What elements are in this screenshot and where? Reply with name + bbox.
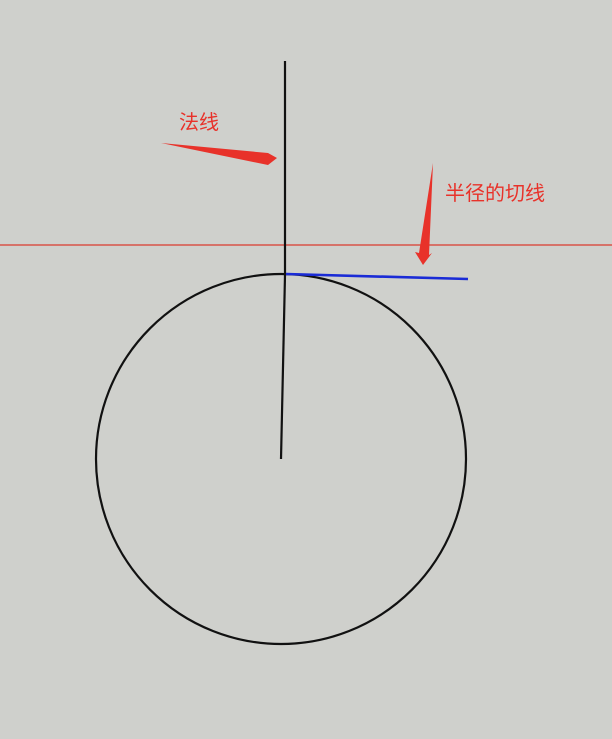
- radius-line: [279, 274, 287, 460]
- normal-arrow: [161, 143, 277, 165]
- geometry-drawing: [0, 61, 612, 646]
- tangent-arrow: [415, 163, 433, 265]
- tangent-label: 半径的切线: [445, 181, 545, 205]
- diagram-canvas: 法线 半径的切线: [0, 0, 612, 739]
- normal-label: 法线: [179, 110, 219, 134]
